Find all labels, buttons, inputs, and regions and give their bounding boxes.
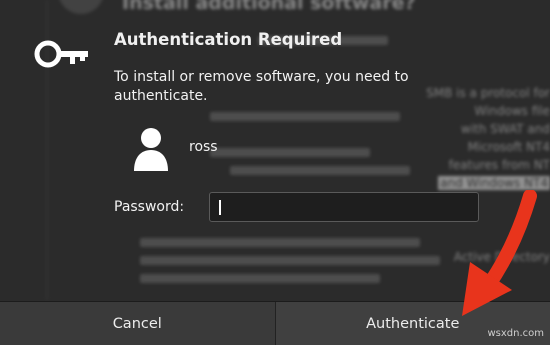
background-right-text: SMB is a protocol for <box>426 86 550 100</box>
background-text-line <box>140 238 420 247</box>
background-text-line <box>140 274 380 283</box>
dialog-message: To install or remove software, you need … <box>114 68 444 106</box>
annotation-arrow-icon <box>440 190 550 320</box>
password-field[interactable] <box>209 192 479 222</box>
background-icon <box>58 0 104 14</box>
background-text-line <box>230 166 410 175</box>
password-label: Password: <box>114 199 184 215</box>
background-text-line <box>210 148 370 157</box>
user-avatar-icon <box>132 126 170 172</box>
background-right-text: Windows file <box>474 104 550 118</box>
background-right-text: with SWAT and <box>461 122 550 136</box>
background-text-line <box>140 256 440 265</box>
username-label: ross <box>189 139 218 155</box>
background-text-line <box>210 112 400 121</box>
key-icon <box>34 38 92 70</box>
background-right-text: features from NT <box>449 158 550 172</box>
background-right-text: Microsoft NT4 <box>468 140 550 154</box>
background-right-text: and Windows NT4 <box>438 176 550 190</box>
watermark: wsxdn.com <box>487 328 544 339</box>
background-title: Install additional software? <box>122 0 415 14</box>
text-caret <box>219 200 221 215</box>
cancel-button[interactable]: Cancel <box>0 302 276 345</box>
dialog-title: Authentication Required <box>114 30 342 49</box>
